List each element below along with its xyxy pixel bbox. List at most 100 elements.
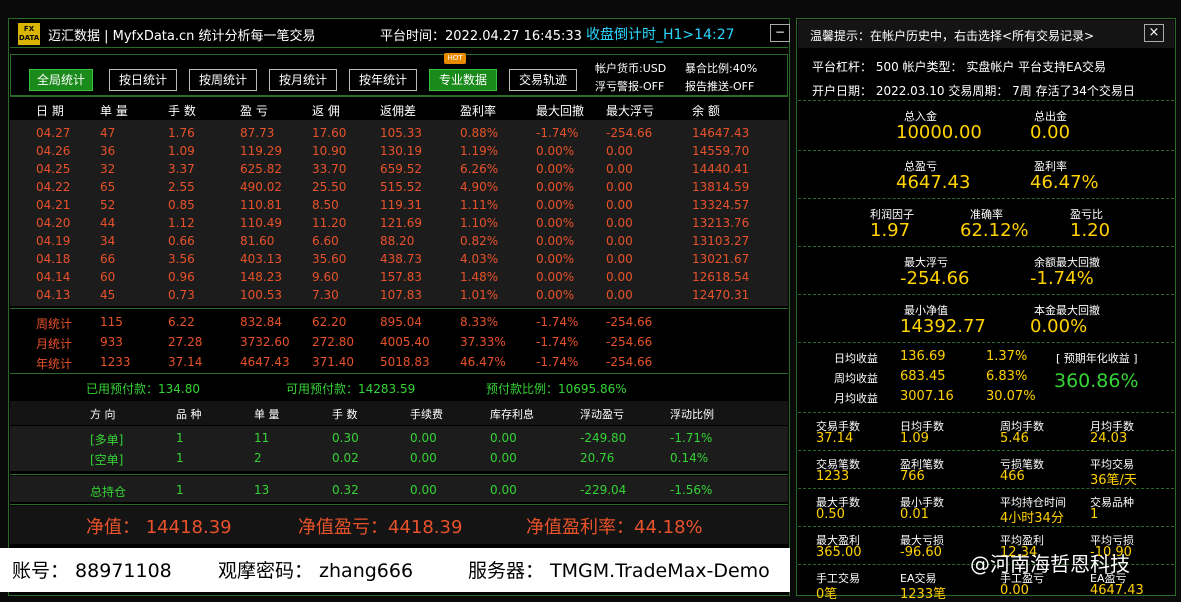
tab-pro-data[interactable]: 专业数据 [429, 69, 497, 91]
column-header: 单 量 [100, 104, 128, 118]
table-cell: 1.76 [168, 126, 195, 140]
max-float-loss-value: -254.66 [900, 268, 970, 289]
table-cell: 1.19% [460, 144, 499, 158]
table-cell: 10.90 [312, 144, 347, 158]
table-cell: 659.52 [380, 162, 422, 176]
account-info-2: 开户日期： 2022.03.10 交易周期： 7周 存活了34个交易日 [812, 84, 1135, 98]
summary-cell: 272.80 [312, 335, 354, 349]
grid-value: 36笔/天 [1090, 473, 1137, 488]
monthly-avg-value: 3007.16 [900, 389, 954, 404]
table-cell: 6.60 [312, 234, 339, 248]
position-cell: 0.00 [490, 431, 517, 445]
title-bar: FX DATA 迈汇数据 | MyfxData.cn 统计分析每一笔交易 平台时… [10, 20, 790, 48]
summary-cell: 5018.83 [380, 355, 430, 369]
table-cell: 36 [100, 144, 116, 158]
total-cell: 总持仓 [90, 485, 127, 499]
grid-value: 365.00 [816, 545, 862, 560]
table-cell: 0.00 [606, 198, 633, 212]
grid-value: 466 [1000, 469, 1025, 484]
daily-avg-pct: 1.37% [986, 349, 1028, 364]
table-cell: 33.70 [312, 162, 347, 176]
toolbar: 全局统计 按日统计 按周统计 按月统计 按年统计 专业数据 HOT 交易轨迹 帐… [10, 53, 788, 96]
position-cell: 0.00 [410, 431, 437, 445]
table-cell: 3.37 [168, 162, 195, 176]
account-number: 账号： 88971108 [12, 560, 172, 582]
table-cell: 148.23 [240, 270, 282, 284]
table-cell: 88.20 [380, 234, 415, 248]
position-cell: 1 [176, 451, 184, 465]
close-icon[interactable]: × [1144, 24, 1164, 42]
table-cell: 0.00 [606, 288, 633, 302]
summary-cell: 62.20 [312, 315, 347, 329]
table-cell: 0.00% [536, 198, 575, 212]
divider [798, 198, 1174, 199]
position-column-header: 手续费 [410, 408, 443, 421]
table-cell: 0.88% [460, 126, 499, 140]
table-cell: 0.00% [536, 270, 575, 284]
position-column-header: 库存利息 [490, 408, 534, 421]
column-header: 返佣差 [380, 104, 417, 118]
grid-value: 1 [1090, 507, 1099, 522]
tab-weekly-stats[interactable]: 按周统计 [189, 69, 257, 91]
minimize-button[interactable]: − [770, 24, 790, 42]
position-cell: 2 [254, 451, 262, 465]
fx-logo: FX DATA [18, 23, 40, 45]
table-cell: 66 [100, 252, 116, 266]
position-cell: 11 [254, 431, 270, 445]
column-header: 最大浮亏 [606, 104, 655, 118]
total-cell: 13 [254, 483, 270, 497]
table-cell: 438.73 [380, 252, 422, 266]
profit-rate-value: 46.47% [1030, 172, 1099, 193]
tab-trade-track[interactable]: 交易轨迹 [509, 69, 577, 91]
tab-yearly-stats[interactable]: 按年统计 [349, 69, 417, 91]
table-cell: 1.09 [168, 144, 195, 158]
divider [10, 504, 788, 505]
position-cell: -1.71% [670, 431, 713, 445]
table-cell: 0.00 [606, 216, 633, 230]
grid-value: 1233笔 [900, 587, 947, 602]
summary-cell: 6.22 [168, 315, 195, 329]
table-cell: 04.20 [36, 216, 71, 230]
table-cell: 35.60 [312, 252, 347, 266]
table-cell: 157.83 [380, 270, 422, 284]
position-cell: 20.76 [580, 451, 615, 465]
summary-cell: -1.74% [536, 335, 579, 349]
monthly-avg-pct: 30.07% [986, 389, 1036, 404]
monthly-avg-label: 月均收益 [834, 392, 878, 405]
divider [798, 342, 1174, 343]
table-cell: 0.00% [536, 288, 575, 302]
table-cell: 13103.27 [692, 234, 750, 248]
summary-cell: 月统计 [36, 337, 73, 351]
withdraw-value: 0.00 [1030, 122, 1071, 143]
table-cell: 0.00 [606, 144, 633, 158]
tip-bar: 温馨提示：在帐户历史中，右击选择<所有交易记录> × [798, 20, 1174, 48]
grid-value: 0.00 [1000, 583, 1029, 598]
float-alert: 浮亏警报-OFF [595, 80, 665, 93]
position-column-header: 单 量 [254, 408, 280, 421]
table-cell: 0.00% [536, 144, 575, 158]
summary-cell: -254.66 [606, 355, 653, 369]
summary-cell: 4647.43 [240, 355, 290, 369]
hot-badge: HOT [444, 53, 466, 64]
table-cell: 0.66 [168, 234, 195, 248]
grid-value: 0.01 [900, 507, 929, 522]
table-cell: 6.26% [460, 162, 499, 176]
table-cell: 110.49 [240, 216, 282, 230]
tab-monthly-stats[interactable]: 按月统计 [269, 69, 337, 91]
table-cell: 13021.67 [692, 252, 750, 266]
tab-global-stats[interactable]: 全局统计 [29, 69, 93, 91]
column-header: 返 佣 [312, 104, 340, 118]
position-cell: [空单] [90, 453, 124, 467]
position-cell: 1 [176, 431, 184, 445]
annual-label: [ 预期年化收益 ] [1056, 352, 1138, 365]
weekly-avg-label: 周均收益 [834, 372, 878, 385]
table-cell: 8.50 [312, 198, 339, 212]
table-cell: 45 [100, 288, 116, 302]
tab-daily-stats[interactable]: 按日统计 [109, 69, 177, 91]
table-cell: 4.90% [460, 180, 499, 194]
principal-drawdown-value: 0.00% [1030, 316, 1088, 337]
divider [798, 526, 1174, 527]
column-header: 盈利率 [460, 104, 497, 118]
summary-cell: 1233 [100, 355, 131, 369]
grid-value: 5.46 [1000, 431, 1029, 446]
